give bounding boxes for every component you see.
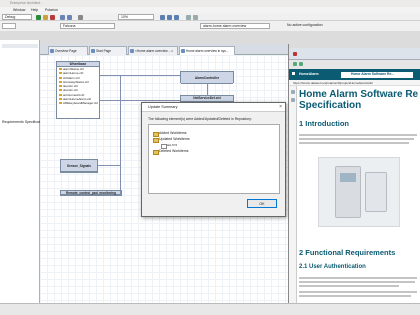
- align-icon[interactable]: [167, 14, 172, 20]
- project-browser: Requirements Specification: [0, 40, 45, 303]
- pause-icon[interactable]: [43, 14, 48, 20]
- comments-icon[interactable]: [291, 98, 295, 102]
- port-item: ADEkeyboardManager.ctrl: [57, 101, 99, 105]
- tab-start-page[interactable]: Start Page: [89, 46, 127, 55]
- text-line: [299, 134, 417, 137]
- text-line: [299, 142, 409, 145]
- component-alarm-controller[interactable]: AlarmController: [180, 71, 234, 84]
- diagram-icon: [181, 49, 185, 53]
- toggle-combo[interactable]: [2, 23, 16, 29]
- text-line: [299, 281, 415, 284]
- page-icon: [91, 49, 95, 53]
- sensor-device: [365, 172, 387, 212]
- secondary-toolbar: Falcona alarm-home alarm overview No act…: [0, 21, 420, 31]
- section-user-authentication: 2.1 User Authentication: [299, 264, 366, 270]
- status-bar: [0, 303, 420, 315]
- text-line: [299, 285, 399, 288]
- polarion-icon: [293, 52, 297, 56]
- connector[interactable]: [100, 75, 180, 76]
- nav-project[interactable]: HomeAlarm: [299, 72, 319, 76]
- polarion-nav-bar: HomeAlarm Home Alarm Software Re...: [289, 69, 420, 80]
- tab-home-alarm-overview[interactable]: <Home alarm overview ...>: [128, 46, 178, 55]
- title-bar: Enterprise Architect: [0, 0, 420, 7]
- distribute-icon[interactable]: [174, 14, 179, 20]
- text-line: [299, 277, 417, 280]
- connector[interactable]: [98, 165, 120, 166]
- tree-node-deleted[interactable]: Deleted Workitems: [153, 149, 189, 155]
- text-line: [299, 295, 411, 298]
- tree-node-updated[interactable]: Updated Workitems: [153, 137, 190, 143]
- step-icon[interactable]: [60, 14, 65, 20]
- window-title: Enterprise Architect: [10, 1, 41, 5]
- tab-overview-page[interactable]: Overview Page: [48, 46, 88, 55]
- alarm-panel-image: [318, 157, 400, 227]
- component-sensor-signals[interactable]: Sensor_Signals: [60, 159, 98, 173]
- document-title-line2: Specification: [299, 100, 362, 111]
- browser-toolbar: [289, 60, 420, 69]
- outline-icon[interactable]: [291, 90, 295, 94]
- tree-node-ha572[interactable]: HA-572: [161, 143, 177, 149]
- polarion-panel-header: [289, 48, 420, 60]
- device-screen: [340, 173, 356, 182]
- ok-button[interactable]: OK: [247, 199, 277, 208]
- text-line: [299, 138, 414, 141]
- nav-page-tab[interactable]: Home Alarm Software Re...: [341, 72, 413, 78]
- diagram-search-input[interactable]: alarm-home alarm overview: [200, 23, 270, 29]
- keypad-device: [335, 166, 361, 218]
- dialog-message: The following element(s) were Added/Upda…: [148, 117, 252, 121]
- text-line: [299, 291, 417, 294]
- tree-node-added[interactable]: Added Workitems: [153, 131, 187, 137]
- debug-mode-select[interactable]: Debug: [2, 14, 32, 20]
- address-bar[interactable]: https://bmcle.dataset.net/polarion/#/pro…: [289, 80, 420, 86]
- settings-icon[interactable]: [78, 14, 83, 20]
- changes-tree[interactable]: Added Workitems Updated Workitems HA-572…: [148, 124, 280, 194]
- connector[interactable]: [120, 75, 121, 195]
- menu-icon[interactable]: [292, 72, 295, 75]
- document-tabs: Overview Page Start Page <Home alarm ove…: [40, 44, 288, 55]
- section-introduction: 1 Introduction: [299, 119, 349, 128]
- document-title-line1: Home Alarm Software Re: [299, 89, 419, 100]
- menu-window[interactable]: Window: [13, 8, 25, 12]
- zoom-select[interactable]: 10%: [118, 14, 154, 20]
- forward-icon[interactable]: [299, 62, 303, 66]
- back-icon[interactable]: [293, 62, 297, 66]
- connector[interactable]: [207, 83, 208, 95]
- menu-help[interactable]: Help: [31, 8, 38, 12]
- step-over-icon[interactable]: [67, 14, 72, 20]
- snap-icon[interactable]: [193, 14, 198, 20]
- connector[interactable]: [100, 100, 180, 101]
- run-icon[interactable]: [36, 14, 41, 20]
- grid-icon[interactable]: [186, 14, 191, 20]
- tab-home-alarm-system[interactable]: Home alarm overview in sys...: [179, 46, 235, 55]
- update-summary-dialog: Update Summary × The following element(s…: [141, 102, 286, 217]
- menu-polarion[interactable]: Polarion: [45, 8, 58, 12]
- configuration-label: No active configuration: [287, 23, 323, 27]
- browser-header: [2, 44, 38, 48]
- component-remote-control[interactable]: Remote_control_pad_monitoring: [60, 190, 122, 196]
- browser-side-strip: [289, 86, 297, 304]
- close-icon[interactable]: ×: [279, 104, 282, 110]
- tree-item-requirements[interactable]: Requirements Specification: [2, 120, 45, 124]
- dialog-title: Update Summary: [142, 103, 285, 112]
- layout-icon[interactable]: [160, 14, 165, 20]
- diagram-icon: [130, 49, 134, 53]
- page-icon: [50, 49, 54, 53]
- component-wheelbase[interactable]: Wheelbase alarmStatus.ctrl alarmHome.ctr…: [56, 61, 100, 119]
- section-functional-requirements: 2 Functional Requirements: [299, 248, 396, 257]
- language-select[interactable]: Falcona: [60, 23, 115, 29]
- main-toolbar: Debug 10%: [0, 13, 420, 21]
- stop-icon[interactable]: [50, 14, 55, 20]
